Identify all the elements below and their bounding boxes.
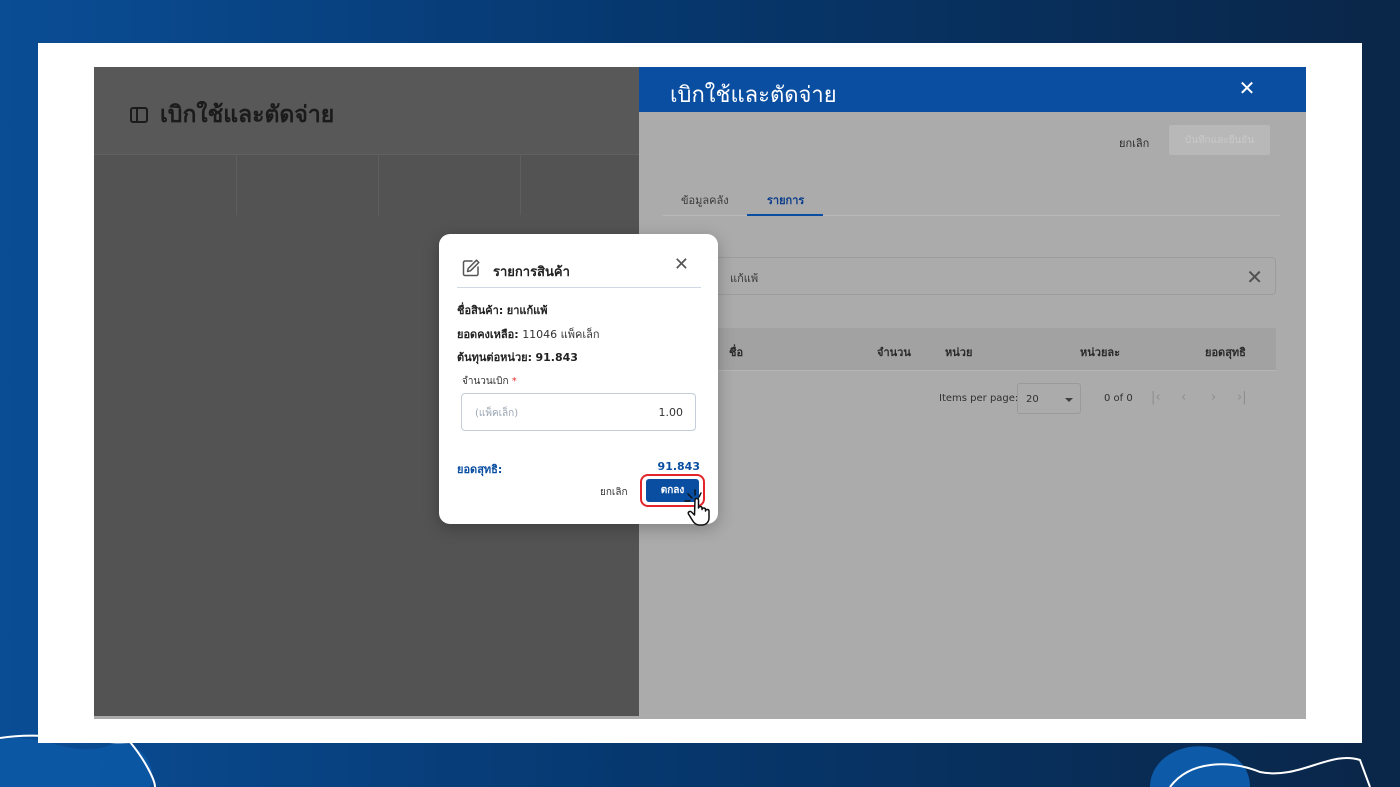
page-header: เบิกใช้และตัดจ่าย [94,67,639,155]
drawer-cancel-button[interactable]: ยกเลิก [1119,134,1149,152]
quantity-field-label: จำนวนเบิก * [462,374,517,389]
dialog-header: รายการสินค้า ✕ [457,254,701,288]
dialog-close-icon[interactable]: ✕ [674,254,689,275]
product-name-value: ยาแก้แพ้ [506,304,548,317]
previous-page-icon[interactable]: ‹ [1181,390,1186,405]
items-table-header: ชื่อ จำนวน หน่วย หน่วยละ ยอดสุทธิ [663,328,1276,371]
quantity-input[interactable]: (แพ็คเล็ก) 1.00 [461,393,696,431]
page-title: เบิกใช้และตัดจ่าย [160,102,335,128]
column-divider [520,155,521,215]
hand-pointer-icon [684,489,710,526]
column-divider [236,155,237,215]
search-clear-icon[interactable]: ✕ [1246,265,1263,289]
quantity-label: จำนวนเบิก [462,376,509,387]
dialog-title: รายการสินค้า [493,265,570,280]
drawer-close-icon[interactable]: ✕ [1236,77,1258,99]
side-drawer: เบิกใช้และตัดจ่าย ✕ ยกเลิก บันทึกและยืนย… [639,67,1306,719]
unit-cost-label: ต้นทุนต่อหน่วย: [457,351,532,364]
column-divider [378,155,379,215]
column-header-unit: หน่วย [945,346,973,359]
net-total-label: ยอดสุทธิ: [457,463,503,476]
edit-icon [462,259,480,277]
product-name-line: ชื่อสินค้า: ยาแก้แพ้ [457,301,547,319]
items-per-page-label: Items per page: [939,393,1019,404]
quantity-unit-hint: (แพ็คเล็ก) [475,408,519,419]
last-page-icon[interactable]: ›| [1237,390,1247,405]
column-header-net-total: ยอดสุทธิ [1205,346,1246,359]
drawer-save-button[interactable]: บันทึกและยืนยัน [1169,125,1270,155]
page-title-group: เบิกใช้และตัดจ่าย [130,97,334,133]
product-name-label: ชื่อสินค้า: [457,304,504,317]
product-search-input[interactable]: แก้แพ้ ✕ [663,257,1276,295]
caret-down-icon [1065,398,1073,402]
unit-cost-value: 91.843 [535,351,578,364]
tab-inventory[interactable]: ข้อมูลคลัง [681,191,729,209]
tab-items[interactable]: รายการ [767,191,804,209]
remaining-label: ยอดคงเหลือ: [457,328,519,341]
remaining-line: ยอดคงเหลือ: 11046 แพ็คเล็ก [457,325,600,343]
net-total-value: 91.843 [657,460,700,473]
first-page-icon[interactable]: |‹ [1151,390,1161,405]
remaining-value: 11046 แพ็คเล็ก [522,328,600,341]
drawer-title: เบิกใช้และตัดจ่าย [670,83,837,108]
sidebar-icon[interactable] [130,107,148,123]
column-header-name: ชื่อ [729,346,744,359]
required-mark: * [511,376,517,387]
active-tab-indicator [747,214,823,216]
dialog-cancel-button[interactable]: ยกเลิก [600,485,628,500]
product-item-dialog: รายการสินค้า ✕ ชื่อสินค้า: ยาแก้แพ้ ยอดค… [439,234,718,524]
quantity-value: 1.00 [658,406,684,419]
search-value: แก้แพ้ [730,272,759,285]
drawer-tabs: ข้อมูลคลัง รายการ [663,183,1280,216]
table-paginator: Items per page: 20 0 of 0 |‹ ‹ › ›| [663,382,1276,416]
page-range-label: 0 of 0 [1104,393,1133,404]
items-per-page-value: 20 [1026,394,1039,405]
drawer-save-label: บันทึกและยืนยัน [1184,134,1255,146]
column-header-quantity: จำนวน [877,346,911,359]
column-header-unit-price: หน่วยละ [1080,346,1121,359]
unit-cost-line: ต้นทุนต่อหน่วย: 91.843 [457,348,578,366]
drawer-header: เบิกใช้และตัดจ่าย ✕ [639,67,1306,112]
ok-button-label: ตกลง [660,485,685,496]
items-per-page-select[interactable]: 20 [1017,383,1081,414]
next-page-icon[interactable]: › [1211,390,1216,405]
